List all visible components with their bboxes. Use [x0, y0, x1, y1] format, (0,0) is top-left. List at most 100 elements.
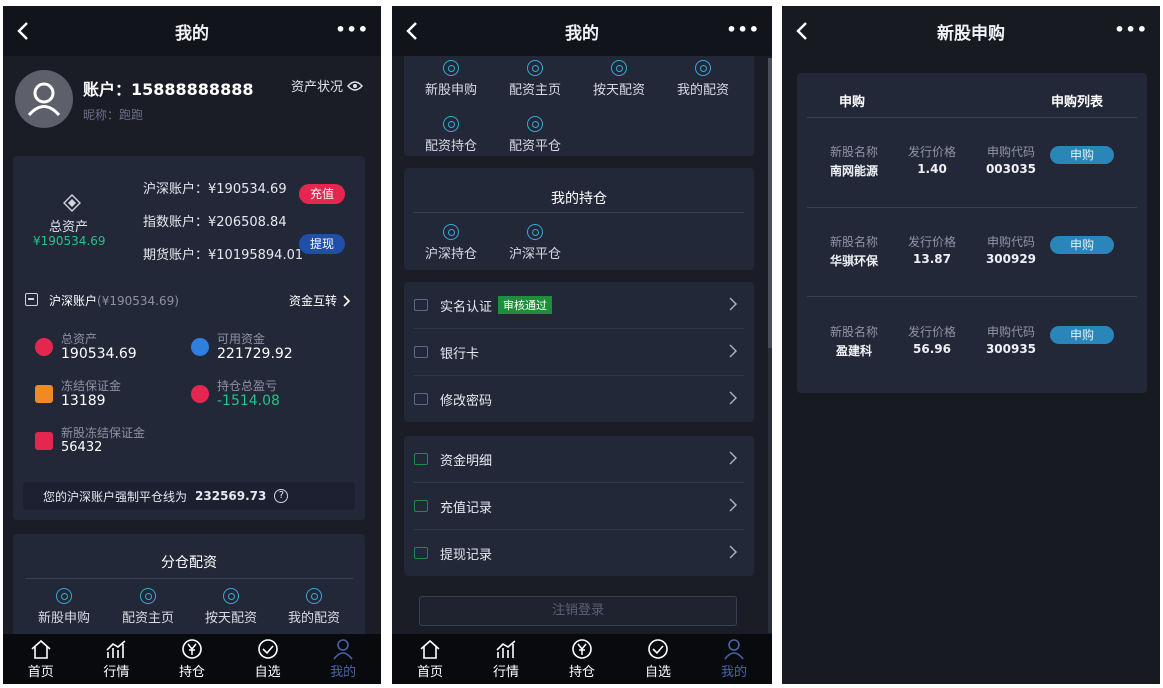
tab-mine[interactable]: 我的 [305, 634, 381, 684]
grid-item-allocation-holdings[interactable]: 配资持仓 [416, 116, 486, 154]
grid-item-my-allocation[interactable]: 我的配资 [668, 60, 738, 98]
grid-item-my-allocation[interactable]: 我的配资 [279, 588, 349, 626]
stock-name: 盈建科 [835, 344, 872, 358]
more-menu-icon[interactable]: ••• [335, 20, 369, 39]
yen-icon [182, 639, 202, 659]
total-asset-value: ¥190534.69 [33, 234, 106, 248]
eye-icon[interactable] [347, 80, 363, 92]
grid-item-allocation-home[interactable]: 配资主页 [500, 60, 570, 98]
tab-home[interactable]: 首页 [3, 634, 79, 684]
menu-row-real-name[interactable]: 实名认证 审核通过 [404, 282, 754, 328]
ipo-price-col: 发行价格 56.96 [897, 323, 967, 356]
user-icon [724, 639, 744, 660]
check-circle-icon [257, 639, 278, 659]
subscribe-button[interactable]: 申购 [1050, 326, 1114, 344]
tab-label: 持仓 [178, 665, 205, 680]
liquidation-label: 您的沪深账户强制平仓线为 [43, 489, 188, 504]
target-icon [443, 60, 459, 76]
menu-row-change-password[interactable]: 修改密码 [404, 376, 754, 422]
avatar[interactable] [15, 70, 73, 128]
tab-label: 首页 [416, 665, 443, 680]
back-arrow-icon[interactable] [13, 20, 35, 42]
fund-transfer-link[interactable]: 资金互转 [289, 292, 351, 309]
menu-label: 实名认证 [440, 299, 493, 315]
chart-icon [496, 640, 516, 658]
screen-my-account: 我的 ••• 账户：15888888888 昵称：跑跑 资产状况 总资产 ¥19… [3, 6, 381, 684]
more-menu-icon[interactable]: ••• [1114, 20, 1148, 39]
col-label: 申购代码 [986, 145, 1035, 159]
account-value: ¥206508.84 [208, 215, 287, 230]
stock-price: 56.96 [913, 342, 951, 356]
grid-item-ipo[interactable]: 新股申购 [29, 588, 99, 626]
target-icon [443, 116, 459, 132]
stock-code: 300935 [985, 342, 1037, 356]
chevron-right-icon [729, 451, 737, 465]
hs-account-line: 沪深账户：¥190534.69 [143, 178, 287, 197]
grid-label: 我的配资 [287, 611, 340, 626]
id-card-icon [414, 299, 428, 311]
tab-watchlist[interactable]: 自选 [620, 634, 696, 684]
ipo-row: 新股名称 华骐环保 发行价格 13.87 申购代码 300929 申购 [797, 223, 1147, 283]
grid-item-daily-allocation[interactable]: 按天配资 [584, 60, 654, 98]
ipo-row: 新股名称 南网能源 发行价格 1.40 申购代码 003035 申购 [797, 133, 1147, 193]
stat-value: 190534.69 [61, 346, 137, 362]
tab-label: 我的 [330, 665, 357, 680]
recharge-button[interactable]: 充值 [299, 184, 345, 204]
ipo-list-card: 申购 申购列表 新股名称 南网能源 发行价格 1.40 申购代码 003035 申购 … [797, 73, 1147, 393]
tab-watchlist[interactable]: 自选 [230, 634, 306, 684]
top-nav-bar: 我的 ••• [3, 6, 381, 56]
pulse-icon [191, 385, 209, 403]
grid-item-daily-allocation[interactable]: 按天配资 [196, 588, 266, 626]
chart-icon [106, 640, 126, 658]
subscribe-button[interactable]: 申购 [1050, 146, 1114, 164]
grid-item-allocation-home[interactable]: 配资主页 [113, 588, 183, 626]
menu-row-bank-card[interactable]: 银行卡 [404, 329, 754, 375]
account-number: 账户：15888888888 [83, 80, 254, 99]
tab-subscribe[interactable]: 申购 [839, 91, 865, 110]
home-icon [31, 639, 51, 659]
bottom-tab-bar: 首页 行情 持仓 自选 我的 [3, 634, 381, 684]
tab-mine[interactable]: 我的 [696, 634, 772, 684]
grid-item-hs-closed[interactable]: 沪深平仓 [500, 224, 570, 262]
logout-button[interactable]: 注销登录 [419, 596, 737, 626]
tab-holdings[interactable]: 持仓 [544, 634, 620, 684]
back-arrow-icon[interactable] [792, 20, 814, 42]
user-icon [333, 639, 353, 660]
ipo-name-col: 新股名称 盈建科 [819, 323, 889, 359]
help-icon[interactable]: ? [274, 489, 289, 503]
scrollbar-thumb[interactable] [768, 58, 772, 348]
yen-icon [572, 639, 592, 659]
top-nav-bar: 新股申购 ••• [782, 6, 1160, 56]
tab-holdings[interactable]: 持仓 [154, 634, 230, 684]
col-label: 发行价格 [907, 235, 956, 249]
asset-status-link[interactable]: 资产状况 [291, 76, 363, 95]
grid-label: 我的配资 [676, 83, 729, 98]
menu-row-withdraw-records[interactable]: 提现记录 [404, 530, 754, 576]
index-account-line: 指数账户：¥206508.84 [143, 211, 287, 230]
menu-row-recharge-records[interactable]: 充值记录 [404, 483, 754, 529]
nickname-label: 昵称： [83, 108, 120, 122]
grid-item-ipo[interactable]: 新股申购 [416, 60, 486, 98]
chevron-right-icon [729, 344, 737, 358]
more-menu-icon[interactable]: ••• [726, 20, 760, 39]
tab-home[interactable]: 首页 [392, 634, 468, 684]
tab-label: 我的 [720, 665, 747, 680]
tab-subscription-list[interactable]: 申购列表 [1051, 91, 1103, 110]
menu-label: 修改密码 [440, 393, 493, 409]
collapse-icon[interactable] [25, 293, 38, 306]
top-nav-bar: 我的 ••• [392, 6, 772, 56]
coin-icon [191, 338, 209, 356]
subscribe-button[interactable]: 申购 [1050, 236, 1114, 254]
menu-row-fund-details[interactable]: 资金明细 [404, 436, 754, 482]
back-arrow-icon[interactable] [402, 20, 424, 42]
stock-name: 华骐环保 [829, 254, 878, 268]
target-icon [611, 60, 627, 76]
grid-item-hs-holdings[interactable]: 沪深持仓 [416, 224, 486, 262]
grid-item-allocation-close[interactable]: 配资平仓 [500, 116, 570, 154]
withdraw-button[interactable]: 提现 [299, 234, 345, 254]
tab-market[interactable]: 行情 [468, 634, 544, 684]
divider [807, 117, 1137, 118]
ipo-name-col: 新股名称 南网能源 [819, 143, 889, 179]
tab-label: 持仓 [568, 665, 595, 680]
tab-market[interactable]: 行情 [79, 634, 155, 684]
